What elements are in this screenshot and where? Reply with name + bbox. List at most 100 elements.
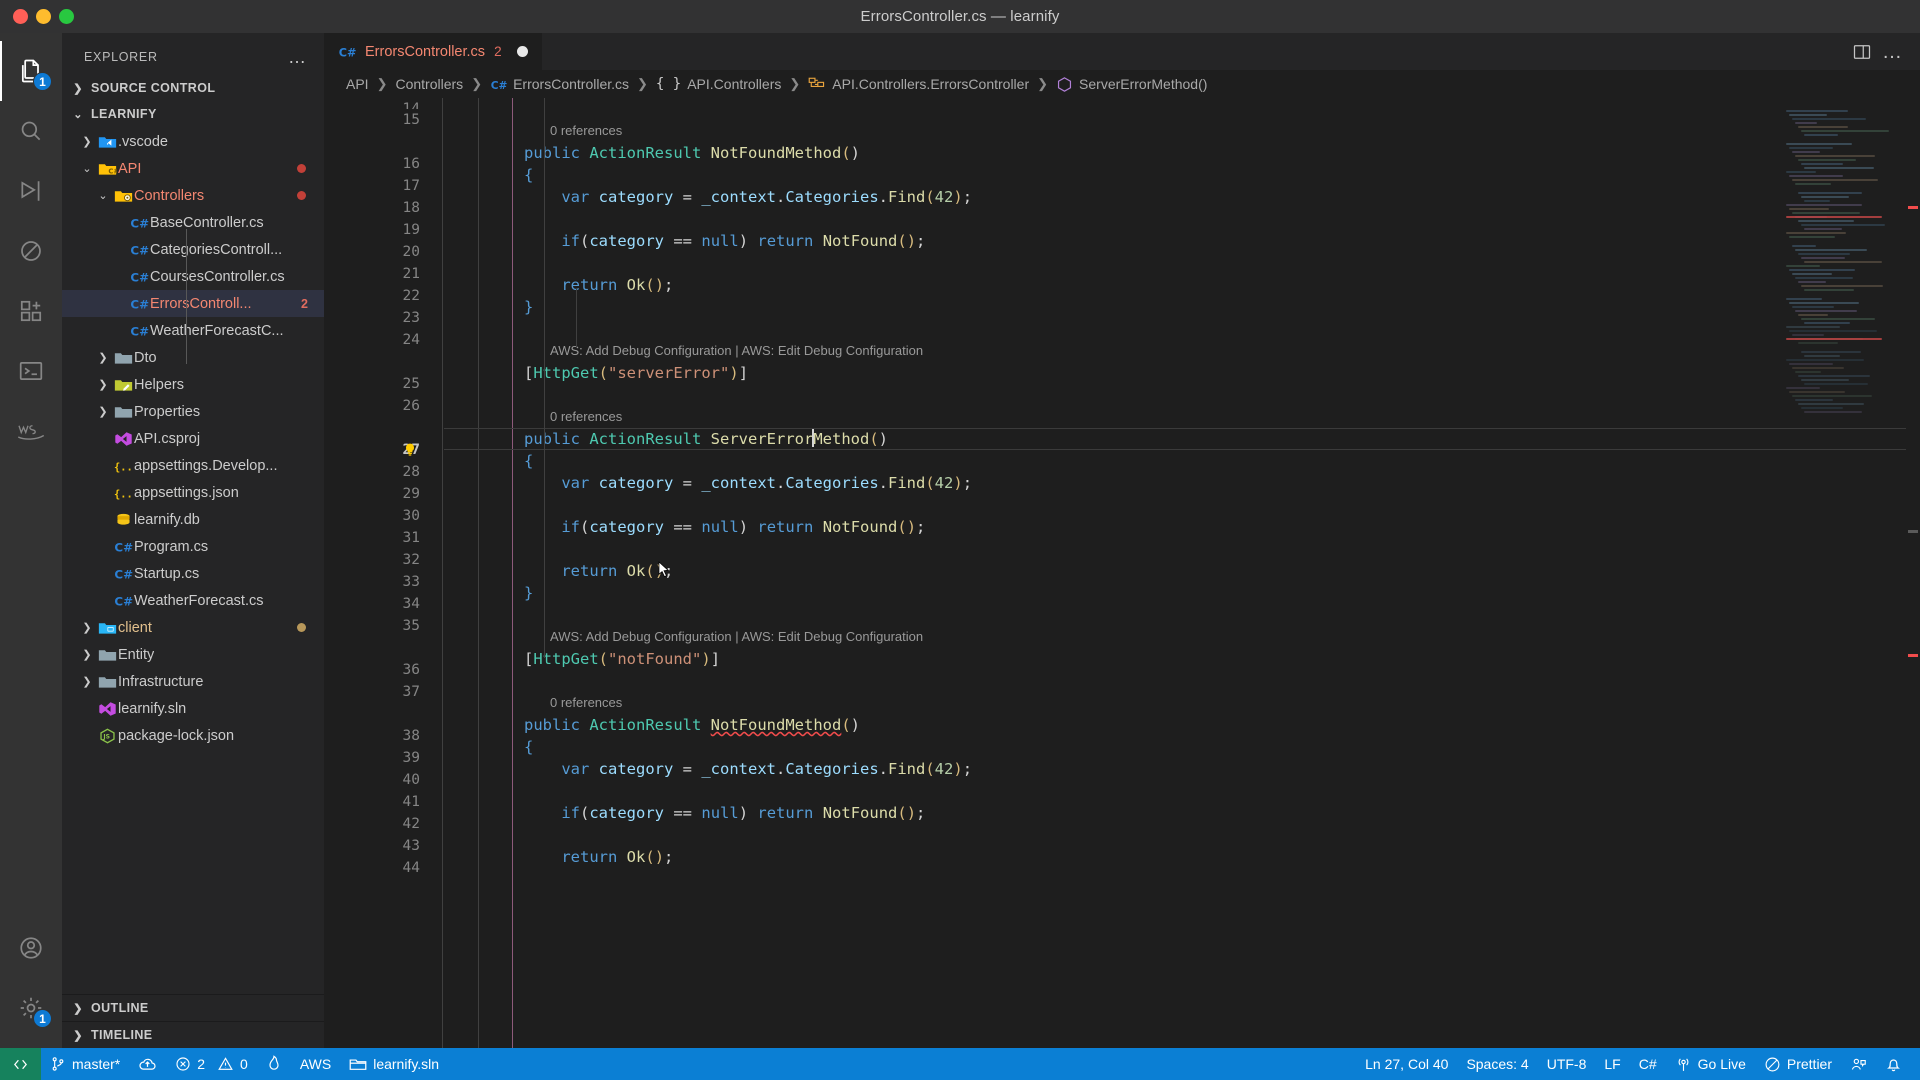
line-number[interactable]: 16	[324, 153, 442, 175]
status-cursor-position[interactable]: Ln 27, Col 40	[1356, 1048, 1457, 1080]
code-line[interactable]: public ActionResult NotFoundMethod()	[444, 714, 1920, 736]
tree-file-learnify-db[interactable]: learnify.db	[62, 506, 324, 533]
status-aws[interactable]: AWS	[291, 1048, 340, 1080]
breadcrumb-item-controllers[interactable]: Controllers	[395, 76, 463, 92]
activity-aws-toolkit[interactable]	[0, 401, 62, 461]
tree-folder-controllers[interactable]: ⌄Controllers	[62, 182, 324, 209]
status-go-live[interactable]: Go Live	[1666, 1048, 1755, 1080]
tree-file-api-csproj[interactable]: API.csproj	[62, 425, 324, 452]
tree-folder-properties[interactable]: ❯Properties	[62, 398, 324, 425]
line-number[interactable]: 27	[324, 439, 442, 461]
code-line[interactable]: if(category == null) return NotFound();	[444, 230, 1920, 252]
line-number[interactable]: 41	[324, 791, 442, 813]
tree-folder-dto[interactable]: ❯Dto	[62, 344, 324, 371]
line-number[interactable]: 28	[324, 461, 442, 483]
tree-folder-infrastructure[interactable]: ❯Infrastructure	[62, 668, 324, 695]
lightbulb-icon[interactable]	[402, 442, 418, 458]
line-number[interactable]: 40	[324, 769, 442, 791]
breadcrumb-item-api[interactable]: API	[346, 76, 369, 92]
code-line[interactable]	[444, 252, 1920, 274]
tree-file-basecontroller-cs[interactable]: C#BaseController.cs	[62, 209, 324, 236]
line-number[interactable]: 29	[324, 483, 442, 505]
line-number[interactable]: 20	[324, 241, 442, 263]
code-line[interactable]: }	[444, 296, 1920, 318]
activity-search[interactable]	[0, 101, 62, 161]
codelens-references[interactable]: 0 references	[444, 692, 1920, 714]
tree-file-weatherforecastc[interactable]: C#WeatherForecastC...	[62, 317, 324, 344]
tree-file-learnify-sln[interactable]: learnify.sln	[62, 695, 324, 722]
activity-run-debug[interactable]	[0, 161, 62, 221]
editor-scrollbar[interactable]	[1906, 98, 1920, 1048]
line-number[interactable]: 39	[324, 747, 442, 769]
code-editor[interactable]: 1415161718192021222324252627282930313233…	[324, 98, 1920, 1048]
activity-extensions[interactable]	[0, 281, 62, 341]
tree-folder-client[interactable]: ❯client	[62, 614, 324, 641]
status-indentation[interactable]: Spaces: 4	[1457, 1048, 1537, 1080]
line-number[interactable]: 21	[324, 263, 442, 285]
status-live-share[interactable]	[1841, 1048, 1876, 1080]
tree-folder-helpers[interactable]: ❯Helpers	[62, 371, 324, 398]
code-line[interactable]: {	[444, 736, 1920, 758]
editor-gutter[interactable]: 1415161718192021222324252627282930313233…	[324, 98, 442, 1048]
tree-file-startup-cs[interactable]: C#Startup.cs	[62, 560, 324, 587]
line-number[interactable]: 15	[324, 109, 442, 131]
activity-testing[interactable]	[0, 221, 62, 281]
code-line[interactable]: return Ok();	[444, 274, 1920, 296]
chevron-right-icon[interactable]: ❯	[78, 621, 96, 634]
status-notifications[interactable]	[1876, 1048, 1920, 1080]
code-line[interactable]: {	[444, 164, 1920, 186]
line-number[interactable]: 23	[324, 307, 442, 329]
status-radon[interactable]	[257, 1048, 291, 1080]
editor-tab-errorscontroller[interactable]: C# ErrorsController.cs 2	[324, 33, 543, 70]
chevron-down-icon[interactable]: ⌄	[94, 189, 112, 202]
status-branch[interactable]: master*	[41, 1048, 129, 1080]
line-number[interactable]: 44	[324, 857, 442, 879]
line-number[interactable]: 38	[324, 725, 442, 747]
line-number[interactable]: 31	[324, 527, 442, 549]
status-encoding[interactable]: UTF-8	[1538, 1048, 1596, 1080]
tree-file-categoriescontroll[interactable]: C#CategoriesControll...	[62, 236, 324, 263]
line-number[interactable]: 17	[324, 175, 442, 197]
tree-file-appsettings-json[interactable]: {..}appsettings.json	[62, 479, 324, 506]
split-editor-icon[interactable]	[1852, 42, 1872, 62]
status-prettier[interactable]: Prettier	[1755, 1048, 1841, 1080]
tree-file-appsettings-develop[interactable]: {..}appsettings.Develop...	[62, 452, 324, 479]
code-line[interactable]	[444, 98, 1920, 120]
tree-file-weatherforecast-cs[interactable]: C#WeatherForecast.cs	[62, 587, 324, 614]
code-line[interactable]	[444, 780, 1920, 802]
breadcrumb-item-method[interactable]: ServerErrorMethod()	[1056, 76, 1207, 93]
code-line[interactable]	[444, 384, 1920, 406]
code-line[interactable]: {	[444, 450, 1920, 472]
code-line[interactable]: [HttpGet("serverError")]	[444, 362, 1920, 384]
tree-folder-vscode[interactable]: ❯.vscode	[62, 128, 324, 155]
code-line[interactable]	[444, 824, 1920, 846]
status-remote-host[interactable]	[0, 1048, 41, 1080]
status-language-mode[interactable]: C#	[1630, 1048, 1666, 1080]
codelens-references[interactable]: 0 references	[444, 406, 1920, 428]
tree-file-errorscontroll[interactable]: C#ErrorsControll...2	[62, 290, 324, 317]
code-line[interactable]: if(category == null) return NotFound();	[444, 802, 1920, 824]
tree-folder-api[interactable]: ⌄C#API	[62, 155, 324, 182]
status-eol[interactable]: LF	[1595, 1048, 1629, 1080]
line-number[interactable]: 33	[324, 571, 442, 593]
sidebar-section-timeline[interactable]: ❯ TIMELINE	[62, 1021, 324, 1048]
activity-explorer[interactable]: 1	[0, 41, 62, 101]
code-line[interactable]: }	[444, 582, 1920, 604]
line-number[interactable]: 26	[324, 395, 442, 417]
line-number[interactable]: 24	[324, 329, 442, 351]
codelens-aws[interactable]: AWS: Add Debug Configuration | AWS: Edit…	[444, 626, 1920, 648]
code-line[interactable]	[444, 318, 1920, 340]
tree-file-package-lock-json[interactable]: JSpackage-lock.json	[62, 722, 324, 749]
code-line[interactable]: var category = _context.Categories.Find(…	[444, 758, 1920, 780]
code-line[interactable]: var category = _context.Categories.Find(…	[444, 186, 1920, 208]
code-line[interactable]	[444, 494, 1920, 516]
code-line[interactable]: [HttpGet("notFound")]	[444, 648, 1920, 670]
code-line[interactable]: public ActionResult NotFoundMethod()	[444, 142, 1920, 164]
code-line[interactable]: return Ok();	[444, 846, 1920, 868]
line-number[interactable]: 14	[324, 98, 442, 109]
explorer-more-actions-icon[interactable]: …	[288, 52, 314, 62]
line-number[interactable]: 30	[324, 505, 442, 527]
line-number[interactable]: 22	[324, 285, 442, 307]
editor-minimap[interactable]	[1780, 98, 1906, 1048]
chevron-right-icon[interactable]: ❯	[78, 648, 96, 661]
